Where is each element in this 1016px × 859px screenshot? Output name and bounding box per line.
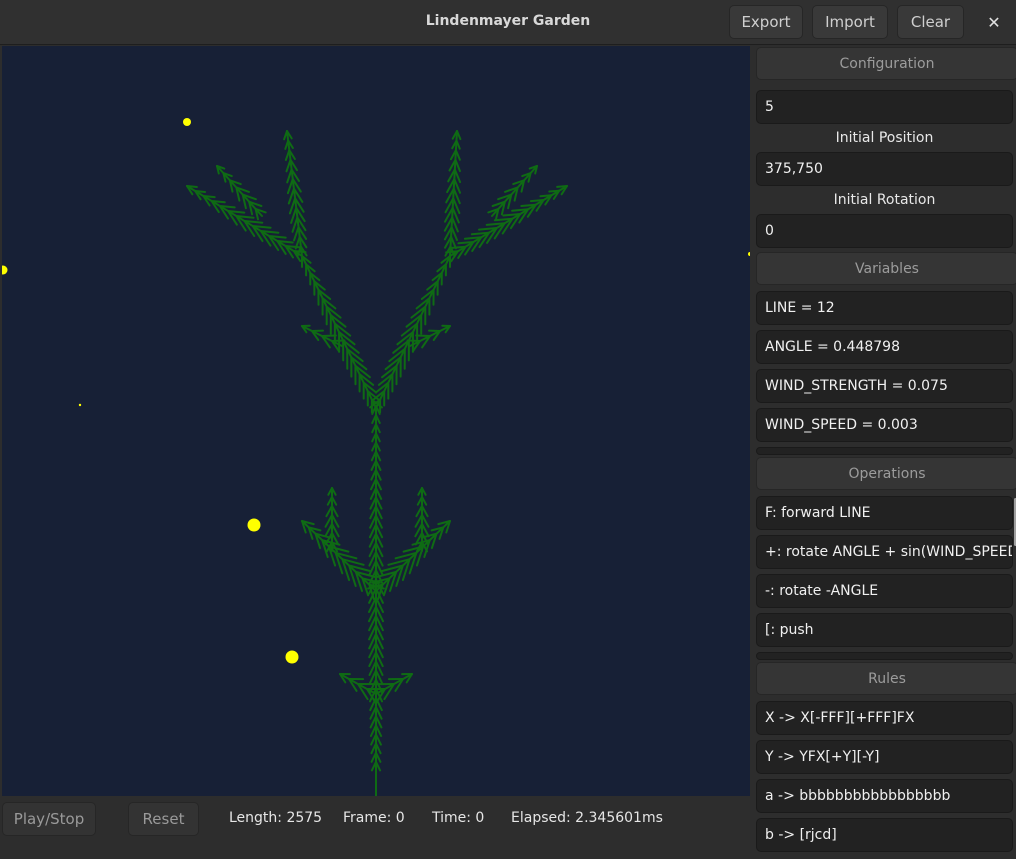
variable-item[interactable]: LINE = 12 (756, 291, 1013, 325)
initial-position-field[interactable]: 375,750 (756, 152, 1013, 186)
particle-dot (748, 252, 750, 256)
particle-dot (78, 403, 82, 407)
operation-item[interactable]: +: rotate ANGLE + sin(WIND_SPEED* (756, 535, 1013, 569)
rule-item[interactable]: X -> X[-FFF][+FFF]FX (756, 701, 1013, 735)
variable-item[interactable]: ANGLE = 0.448798 (756, 330, 1013, 364)
initial-rotation-label: Initial Rotation (833, 192, 936, 208)
reset-button[interactable]: Reset (128, 802, 199, 836)
operation-item[interactable]: -: rotate -ANGLE (756, 574, 1013, 608)
particle-dot (247, 518, 261, 532)
variable-item-partial (756, 447, 1013, 455)
frame-stat: Frame: 0 (343, 810, 405, 826)
particle-dot (2, 265, 8, 275)
close-icon[interactable]: ✕ (976, 5, 1012, 39)
variables-header[interactable]: Variables (756, 252, 1016, 285)
play-stop-button[interactable]: Play/Stop (2, 802, 96, 836)
clear-button[interactable]: Clear (897, 5, 964, 39)
operation-item[interactable]: F: forward LINE (756, 496, 1013, 530)
particle-dot (183, 118, 191, 126)
iterations-field[interactable]: 5 (756, 90, 1013, 124)
operation-item-partial (756, 652, 1013, 660)
operation-item[interactable]: [: push (756, 613, 1013, 647)
operations-header[interactable]: Operations (756, 457, 1016, 490)
variable-item[interactable]: WIND_SPEED = 0.003 (756, 408, 1013, 442)
import-button[interactable]: Import (812, 5, 888, 39)
settings-sidebar: Configuration 5 Initial Position 375,750… (752, 46, 1016, 859)
title-bar: Lindenmayer Garden Export Import Clear ✕ (0, 0, 1016, 45)
initial-rotation-field[interactable]: 0 (756, 214, 1013, 248)
plant-drawing (2, 118, 750, 796)
initial-position-label: Initial Position (835, 130, 934, 146)
length-stat: Length: 2575 (229, 810, 323, 826)
variable-item[interactable]: WIND_STRENGTH = 0.075 (756, 369, 1013, 403)
rule-item[interactable]: Y -> YFX[+Y][-Y] (756, 740, 1013, 774)
particle-dot (285, 650, 299, 664)
time-stat: Time: 0 (432, 810, 485, 826)
control-bar: Play/Stop Reset Length: 2575 Frame: 0 Ti… (0, 796, 752, 859)
plant-branches (186, 130, 568, 796)
elapsed-stat: Elapsed: 2.345601ms (511, 810, 663, 826)
export-button[interactable]: Export (729, 5, 803, 39)
rule-item[interactable]: b -> [rjcd] (756, 818, 1013, 852)
rules-header[interactable]: Rules (756, 662, 1016, 695)
rule-item[interactable]: a -> bbbbbbbbbbbbbbbbb (756, 779, 1013, 813)
configuration-header[interactable]: Configuration (756, 47, 1016, 80)
garden-canvas[interactable] (2, 46, 750, 796)
